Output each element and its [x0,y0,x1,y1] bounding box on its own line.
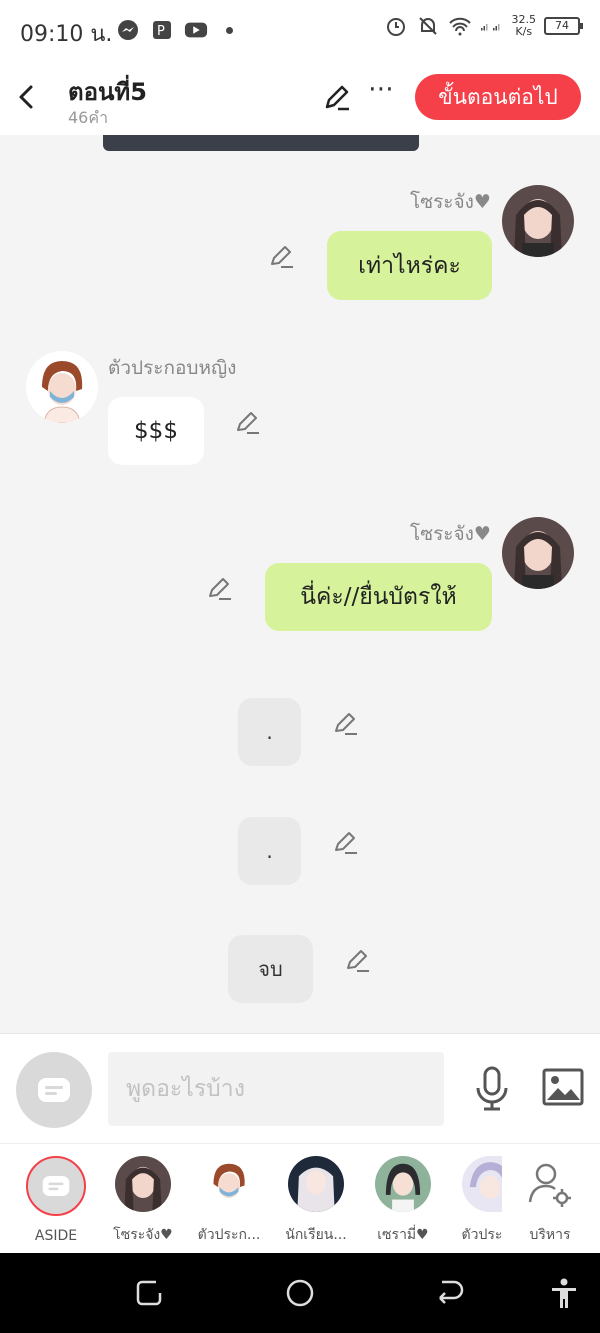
aside-icon [38,1078,70,1102]
manage-icon-wrap [522,1156,578,1212]
recents-button[interactable] [132,1275,168,1311]
character-label: ตัวประก... [197,1227,261,1243]
notification-icons: P [116,18,233,42]
youtube-icon [184,18,208,42]
microphone-icon [476,1066,508,1111]
user-settings-icon [528,1163,571,1207]
wifi-icon [448,14,472,38]
manage-characters-button[interactable]: บริหาร [510,1156,590,1246]
pencil-icon [347,950,369,972]
back-button[interactable] [14,82,42,112]
messenger-icon [116,18,140,42]
message-bubble[interactable]: เท่าไหร่คะ [327,231,492,300]
cover-image [103,135,419,151]
sender-name: ตัวประกอบหญิง [108,357,237,379]
character-extra-female[interactable]: ตัวประก... [189,1156,269,1246]
edit-message-button[interactable] [344,947,372,975]
edit-message-button[interactable] [234,409,262,437]
word-count: 46คำ [68,108,109,127]
more-icon: ⋯ [368,74,394,104]
character-label: ASIDE [34,1228,78,1244]
sender-name: โซระจัง♥ [410,523,491,545]
edit-button[interactable] [322,82,352,112]
image-icon [542,1068,584,1106]
character-serami[interactable]: เซรามี่♥ [363,1156,443,1246]
status-time: 09:10 น. [20,22,113,47]
more-options-button[interactable]: ⋯ [366,76,396,108]
pencil-icon [325,85,349,111]
edit-message-button[interactable] [332,710,360,738]
edit-message-button[interactable] [268,243,296,271]
accessibility-icon [552,1278,576,1308]
alarm-icon [384,14,408,38]
svg-text:P: P [157,24,165,39]
narration-bubble[interactable]: . [238,698,301,766]
back-nav-button[interactable] [432,1275,468,1311]
character-selector: ASIDE โซระจัง♥ ตัวประก... นักเรียน... เซ… [0,1143,600,1253]
aside-toggle-button[interactable] [16,1052,92,1128]
avatar [201,1156,257,1212]
battery-icon: 74 [544,17,583,35]
back-nav-icon [439,1280,464,1304]
avatar [462,1156,502,1212]
character-label: บริหาร [529,1227,571,1243]
aside-icon [42,1176,70,1196]
aside-avatar [26,1156,86,1216]
app-p-icon: P [150,18,174,42]
home-button[interactable] [282,1275,318,1311]
message-bubble[interactable]: นี่ค่ะ//ยื่นบัตรให้ [265,563,492,631]
character-label: ตัวประ [461,1227,503,1243]
avatar [375,1156,431,1212]
pencil-icon [237,412,259,434]
network-speed: 32.5 K/s [512,14,537,38]
character-label: เซรามี่♥ [377,1227,429,1243]
recents-icon [136,1280,162,1306]
narration-bubble[interactable]: จบ [228,935,313,1003]
message-bubble[interactable]: $$$ [108,397,204,465]
microphone-button[interactable] [474,1066,510,1112]
avatar [288,1156,344,1212]
status-bar: 09:10 น. P 32.5 K/s 74 [0,0,600,60]
chat-area[interactable]: โซระจัง♥ เท่าไหร่คะ ตัวประกอบหญิง $$$ โซ… [0,135,600,1033]
pencil-icon [271,246,293,268]
narration-bubble[interactable]: . [238,817,301,885]
character-extra[interactable]: ตัวประ [450,1156,514,1246]
system-nav-bar [0,1253,600,1333]
avatar[interactable] [502,517,574,589]
character-sora[interactable]: โซระจัง♥ [103,1156,183,1246]
sender-name: โซระจัง♥ [410,191,491,213]
mute-icon [416,14,440,38]
pencil-icon [335,713,357,735]
back-arrow-icon [19,85,33,109]
avatar [115,1156,171,1212]
accessibility-button[interactable] [546,1275,582,1311]
avatar[interactable] [26,351,98,423]
compose-bar [0,1033,600,1143]
next-step-button[interactable]: ขั้นตอนต่อไป [415,74,581,120]
image-upload-button[interactable] [542,1068,584,1106]
message-input[interactable] [108,1052,444,1126]
character-aside[interactable]: ASIDE [16,1156,96,1244]
edit-message-button[interactable] [206,575,234,603]
speed-unit: K/s [515,25,533,38]
more-notifications-dot [226,26,233,34]
pencil-icon [335,832,357,854]
character-student[interactable]: นักเรียน... [276,1156,356,1246]
system-icons: 32.5 K/s 74 [384,14,583,38]
avatar[interactable] [502,185,574,257]
pencil-icon [209,578,231,600]
character-label: โซระจัง♥ [113,1227,173,1243]
signal-icon [480,14,504,38]
header: ตอนที่5 46คำ ⋯ ขั้นตอนต่อไป [0,60,600,135]
character-label: นักเรียน... [285,1227,347,1243]
edit-message-button[interactable] [332,829,360,857]
home-icon [286,1279,314,1307]
